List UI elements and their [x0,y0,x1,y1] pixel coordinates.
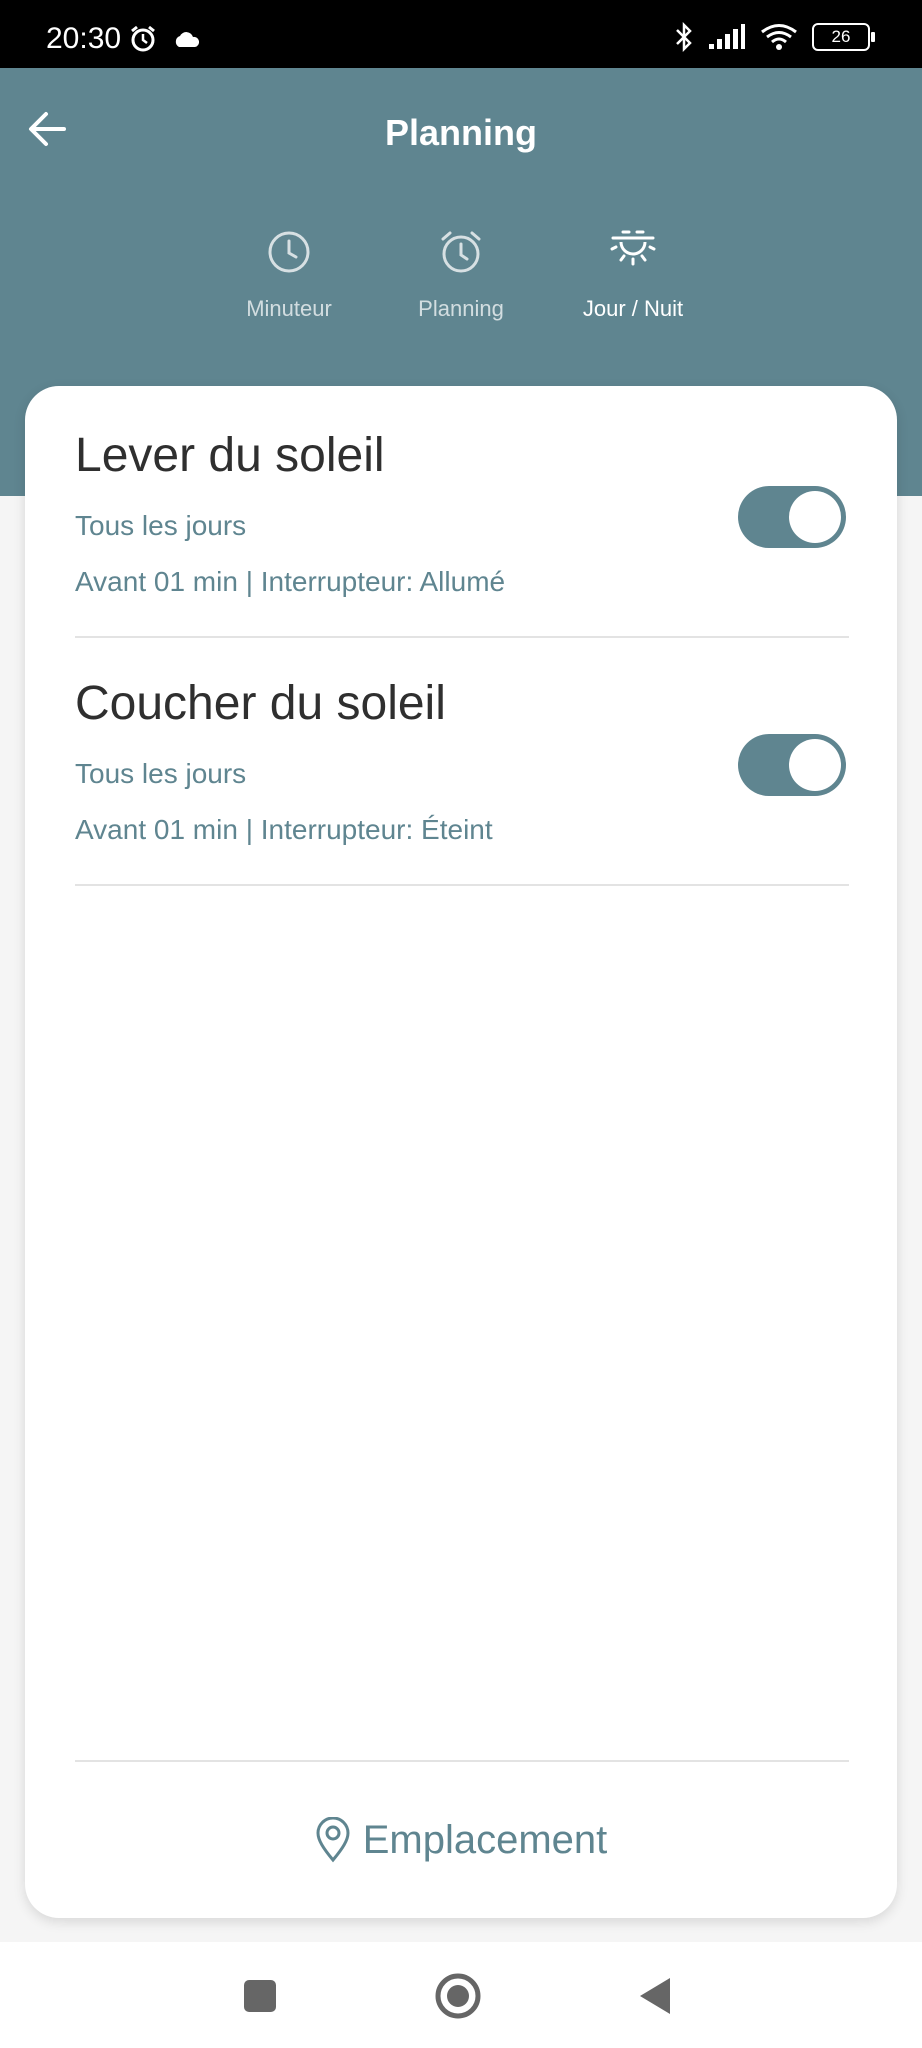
sunset-toggle[interactable] [738,734,846,796]
schedule-title: Lever du soleil [75,429,385,482]
divider [75,1760,849,1762]
divider [75,636,849,638]
sunrise-toggle[interactable] [738,486,846,548]
schedule-repeat: Tous les jours [75,758,247,789]
wifi-icon [761,24,797,50]
page-title: Planning [385,112,537,153]
cloud-icon [175,32,200,47]
status-time: 20:30 [46,22,122,55]
alarm-icon [131,25,155,52]
toggle-knob [789,491,841,543]
bluetooth-icon [676,22,692,52]
tab-minuteur[interactable]: Minuteur [209,228,369,322]
schedule-title: Coucher du soleil [75,677,446,730]
tab-planning[interactable]: Planning [381,228,541,322]
alarm-clock-icon [441,231,481,273]
schedule-detail: Avant 01 min | Interrupteur: Éteint [75,814,493,845]
tab-label: Minuteur [246,296,332,321]
location-button[interactable]: Emplacement [25,1810,897,1870]
toggle-knob [789,739,841,791]
tab-bar: Minuteur Planning Jour / Nuit [0,228,922,348]
tab-jour-nuit[interactable]: Jour / Nuit [553,228,713,322]
home-icon[interactable] [432,1970,484,2022]
battery-icon: 26 [812,23,875,51]
schedule-row-sunset[interactable]: Coucher du soleil Tous les jours Avant 0… [75,676,849,886]
recent-apps-icon[interactable] [234,1970,286,2022]
clock-icon [268,231,310,273]
schedule-detail: Avant 01 min | Interrupteur: Allumé [75,566,506,597]
schedule-repeat: Tous les jours [75,510,247,541]
schedule-card: Lever du soleil Tous les jours Avant 01 … [25,386,897,1918]
schedule-row-sunrise[interactable]: Lever du soleil Tous les jours Avant 01 … [75,428,849,638]
tab-label: Planning [418,296,504,321]
tab-label: Jour / Nuit [582,296,684,321]
back-icon[interactable] [630,1970,682,2022]
status-bar: 20:30 26 [0,0,922,68]
location-pin-icon [316,1817,350,1863]
battery-level: 26 [831,27,851,46]
sun-horizon-icon [610,230,656,266]
system-nav-bar [0,1942,922,2048]
location-label: Emplacement [362,1817,608,1862]
divider [75,884,849,886]
signal-icon [709,24,745,49]
